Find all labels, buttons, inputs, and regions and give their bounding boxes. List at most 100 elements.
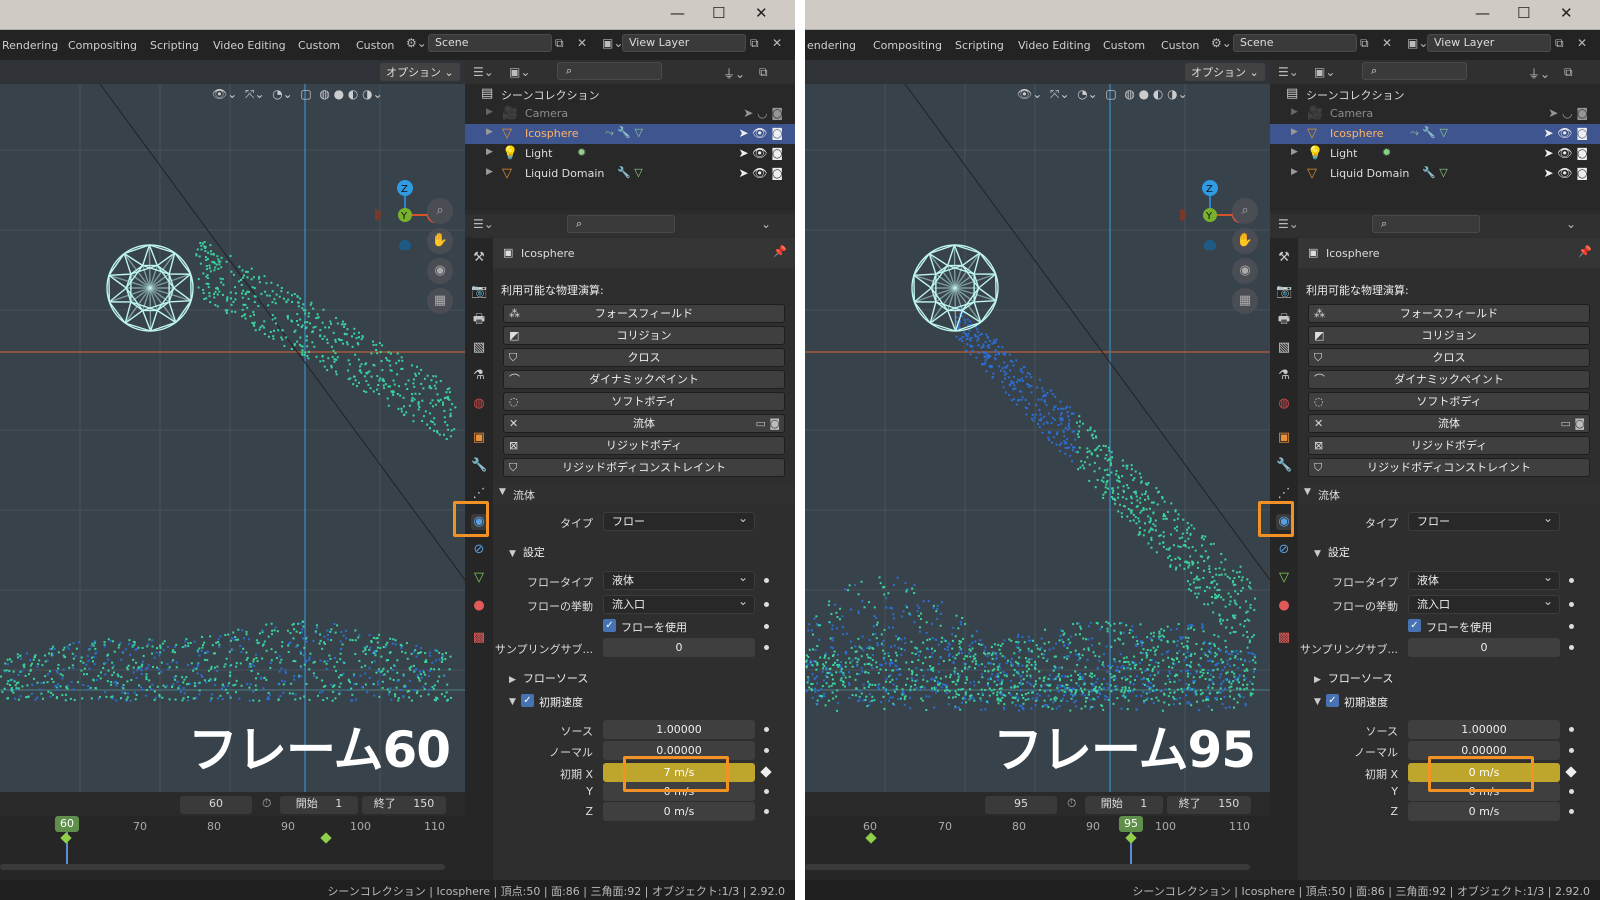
modifier-tab-icon[interactable]: 🔧 <box>471 458 487 474</box>
keyframe-diamond-icon[interactable] <box>1565 766 1577 778</box>
close-icon[interactable]: ✕ <box>1560 4 1573 22</box>
current-frame-field[interactable]: 95 <box>985 796 1057 814</box>
properties-editor[interactable]: ☰⌄ ⌕ ⌄ ⚒ 📷 🖶 ▧ ⚗ ◍ ▣ 🔧 ⋰ ◉ ⊘ ▽ ● ▩ ▣ Ico… <box>1258 214 1600 880</box>
collision-button[interactable]: ◩ コリジョン <box>503 326 785 345</box>
outliner-item-icosphere[interactable]: ▶ ▽ Icosphere ⤳ 🔧 ▽ ➤ 👁 ◙ <box>1270 124 1600 144</box>
delete-scene-icon[interactable]: ✕ <box>577 36 587 50</box>
flow-behavior-dropdown[interactable]: 流入口 <box>1408 593 1560 614</box>
expand-icon[interactable]: ▶ <box>1291 147 1298 157</box>
constraints-tab-icon[interactable]: ⊘ <box>1276 542 1292 558</box>
particles-tab-icon[interactable]: ⋰ <box>471 486 487 502</box>
keyframe-dot[interactable] <box>1569 645 1574 650</box>
viewport-shading-tools[interactable]: 👁⌄ ⤧⌄ ◔⌄ ▢ ◍ ● ◐ ◑⌄ <box>1017 87 1188 105</box>
minimize-icon[interactable]: — <box>670 4 685 22</box>
3d-viewport[interactable]: オプション ⌄ 👁⌄ ⤧⌄ ◔⌄ ▢ ◍ ● ◐ ◑⌄ Z X Y ⌕ ✋ ◉ … <box>0 60 465 792</box>
visibility-icons[interactable]: ➤ ◡ ◙ <box>1548 106 1588 120</box>
tab-custom[interactable]: Custom <box>1103 39 1145 52</box>
collision-button[interactable]: ◩ コリジョン <box>1308 326 1590 345</box>
visibility-icons[interactable]: ➤ 👁 ◙ <box>1543 166 1588 180</box>
fluid-button[interactable]: ✕ 流体 ▭ ◙ <box>1308 414 1590 433</box>
display-mode-icon[interactable]: ▣⌄ <box>1314 65 1335 79</box>
3d-viewport[interactable]: オプション ⌄ 👁⌄ ⤧⌄ ◔⌄ ▢ ◍ ● ◐ ◑⌄ Z X Y ⌕ ✋ ◉ … <box>805 60 1270 792</box>
zoom-icon[interactable]: ⌕ <box>1232 198 1258 224</box>
tab-compositing[interactable]: Compositing <box>873 39 942 52</box>
rigid-body-button[interactable]: ⊠ リジッドボディ <box>503 436 785 455</box>
tab-custon[interactable]: Custon <box>356 39 394 52</box>
maximize-icon[interactable]: ☐ <box>1517 4 1530 22</box>
visibility-icons[interactable]: ➤ 👁 ◙ <box>738 166 783 180</box>
visibility-icons[interactable]: ➤ 👁 ◙ <box>1543 126 1588 140</box>
stopwatch-icon[interactable]: ⏱ <box>1067 796 1076 811</box>
outliner-item-light[interactable]: ▶ 💡 Light ✹ ➤ 👁 ◙ <box>1270 144 1600 164</box>
expand-icon[interactable]: ▶ <box>486 167 493 177</box>
filter-icon[interactable]: ⏚⌄ <box>723 65 745 82</box>
close-icon[interactable]: ✕ <box>755 4 768 22</box>
type-dropdown[interactable]: フロー <box>1408 510 1560 531</box>
view-layer-tab-icon[interactable]: ▧ <box>471 340 487 356</box>
tab-video-editing[interactable]: Video Editing <box>213 39 286 52</box>
flow-source-subsection[interactable]: ▶ フローソース <box>509 670 588 686</box>
keyframe-diamond-icon[interactable] <box>760 766 772 778</box>
z-field[interactable]: 0 m/s <box>603 802 755 821</box>
outliner-item-light[interactable]: ▶ 💡 Light ✹ ➤ 👁 ◙ <box>465 144 795 164</box>
expand-icon[interactable]: ▶ <box>1291 127 1298 137</box>
rigid-body-button[interactable]: ⊠ リジッドボディ <box>1308 436 1590 455</box>
pin-icon[interactable]: 📌 <box>1578 245 1592 258</box>
tab-scripting[interactable]: Scripting <box>150 39 199 52</box>
tab-scripting[interactable]: Scripting <box>955 39 1004 52</box>
source-field[interactable]: 1.00000 <box>603 720 755 739</box>
delete-scene-icon[interactable]: ✕ <box>1382 36 1392 50</box>
editor-type-icon[interactable]: ☰⌄ <box>1278 217 1299 231</box>
fluid-section-header[interactable]: ▼ 流体 <box>1298 484 1600 504</box>
dynamic-paint-button[interactable]: ⌒ ダイナミックペイント <box>503 370 785 389</box>
tab-video-editing[interactable]: Video Editing <box>1018 39 1091 52</box>
camera-view-icon[interactable]: ◉ <box>427 258 453 284</box>
dynamic-paint-button[interactable]: ⌒ ダイナミックペイント <box>1308 370 1590 389</box>
view-layer-icon[interactable]: ▣⌄ <box>1407 36 1428 50</box>
view-layer-icon[interactable]: ▣⌄ <box>602 36 623 50</box>
expand-icon[interactable]: ▶ <box>1291 107 1298 117</box>
keyframe-dot[interactable] <box>1569 789 1574 794</box>
flow-type-dropdown[interactable]: 液体 <box>1408 569 1560 590</box>
keyframe-marker[interactable] <box>320 832 332 844</box>
initial-velocity-checkbox[interactable]: ✓ <box>1326 694 1339 707</box>
timeline-scrollbar[interactable] <box>805 864 1250 870</box>
properties-search-input[interactable]: ⌕ <box>1372 215 1480 233</box>
scene-icon[interactable]: ⚙⌄ <box>406 36 427 50</box>
new-view-layer-icon[interactable]: ⧉ <box>1555 36 1564 51</box>
object-tab-icon[interactable]: ▣ <box>1276 430 1292 446</box>
outliner-item-liquid-domain[interactable]: ▶ ▽ Liquid Domain 🔧 ▽ ➤ 👁 ◙ <box>465 164 795 184</box>
delete-view-layer-icon[interactable]: ✕ <box>772 36 782 50</box>
outliner-item-camera[interactable]: ▶ 🎥 Camera ➤ ◡ ◙ <box>465 104 795 124</box>
output-tab-icon[interactable]: 🖶 <box>1276 312 1292 328</box>
ortho-grid-icon[interactable]: ▦ <box>1232 288 1258 314</box>
keyframe-dot[interactable] <box>764 789 769 794</box>
outliner-root[interactable]: ▤ シーンコレクション <box>1270 84 1600 104</box>
new-scene-icon[interactable]: ⧉ <box>555 36 564 51</box>
world-tab-icon[interactable]: ◍ <box>471 396 487 412</box>
expand-icon[interactable]: ▶ <box>486 107 493 117</box>
start-frame-field[interactable]: 開始 1 <box>280 796 358 814</box>
output-tab-icon[interactable]: 🖶 <box>471 312 487 328</box>
render-tab-icon[interactable]: 📷 <box>471 284 487 300</box>
scene-tab-icon[interactable]: ⚗ <box>471 368 487 384</box>
keyframe-dot[interactable] <box>764 727 769 732</box>
tab-custom[interactable]: Custom <box>298 39 340 52</box>
expand-icon[interactable]: ▶ <box>1291 167 1298 177</box>
scene-tab-icon[interactable]: ⚗ <box>1276 368 1292 384</box>
source-field[interactable]: 1.00000 <box>1408 720 1560 739</box>
new-collection-icon[interactable]: ⧉ <box>1564 65 1573 80</box>
keyframe-dot[interactable] <box>764 809 769 814</box>
expand-icon[interactable]: ▶ <box>486 147 493 157</box>
flow-type-dropdown[interactable]: 液体 <box>603 569 755 590</box>
outliner-search-input[interactable]: ⌕ <box>557 62 662 80</box>
playhead-label[interactable]: 60 <box>55 816 79 832</box>
stopwatch-icon[interactable]: ⏱ <box>262 796 271 811</box>
expand-icon[interactable]: ▶ <box>486 127 493 137</box>
outliner-search-input[interactable]: ⌕ <box>1362 62 1467 80</box>
keyframe-dot[interactable] <box>1569 624 1574 629</box>
rigid-body-constraint-button[interactable]: ⛉ リジッドボディコンストレイント <box>503 458 785 477</box>
keyframe-dot[interactable] <box>1569 748 1574 753</box>
render-tab-icon[interactable]: 📷 <box>1276 284 1292 300</box>
fluid-viewport-render-icons[interactable]: ▭ ◙ <box>1560 415 1585 432</box>
